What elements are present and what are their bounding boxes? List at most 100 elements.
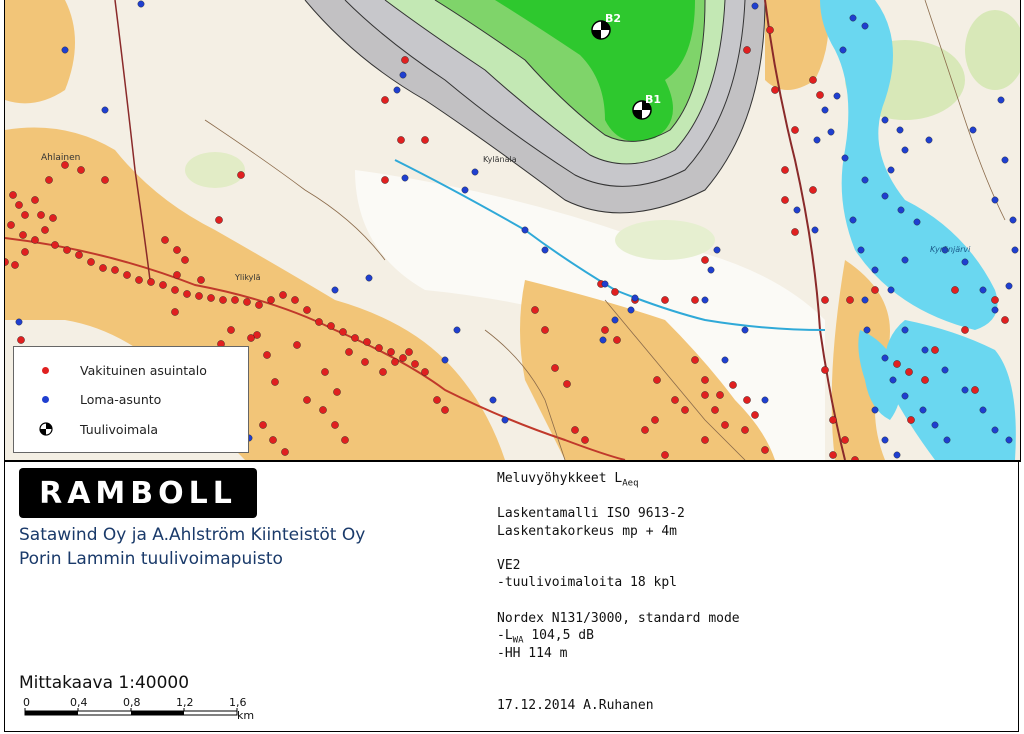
holiday-home-dot bbox=[501, 416, 509, 424]
residence-dot bbox=[37, 211, 45, 219]
residence-dot bbox=[381, 96, 389, 104]
lwa-sub: WA bbox=[512, 635, 524, 646]
residence-dot bbox=[721, 421, 729, 429]
holiday-home-dot bbox=[839, 46, 847, 54]
residence-dot bbox=[829, 451, 837, 459]
residence-dot bbox=[401, 56, 409, 64]
holiday-home-dot bbox=[901, 392, 909, 400]
residence-dot bbox=[21, 211, 29, 219]
map-legend: Vakituinen asuintalo Loma-asunto Tuulivo… bbox=[13, 346, 249, 453]
holiday-home-dot bbox=[399, 71, 407, 79]
residence-dot bbox=[381, 176, 389, 184]
residence-dot bbox=[951, 286, 959, 294]
holiday-home-dot bbox=[849, 14, 857, 22]
scale-tick-label: 1,6 bbox=[229, 696, 247, 709]
residence-dot bbox=[173, 246, 181, 254]
holiday-home-dot bbox=[471, 168, 479, 176]
holiday-home-dot bbox=[827, 128, 835, 136]
holiday-home-dot bbox=[919, 406, 927, 414]
residence-dot bbox=[281, 448, 289, 456]
residence-dot bbox=[31, 196, 39, 204]
place-label-kylanala: Kylänala bbox=[483, 155, 517, 164]
holiday-home-dot bbox=[1005, 282, 1013, 290]
holiday-home-dot bbox=[979, 286, 987, 294]
holiday-home-dot bbox=[631, 294, 639, 302]
residence-dot bbox=[341, 436, 349, 444]
residence-dot bbox=[563, 380, 571, 388]
residence-dot bbox=[641, 426, 649, 434]
residence-dot bbox=[829, 416, 837, 424]
client-name: Satawind Oy ja A.Ahlström Kiinteistöt Oy bbox=[19, 525, 366, 545]
noise-map[interactable]: B2 B1 Ahlainen Ylikylä Kylänala Kyrönjär… bbox=[4, 0, 1021, 462]
residence-dot bbox=[991, 296, 999, 304]
holiday-home-dot bbox=[931, 421, 939, 429]
residence-dot bbox=[743, 46, 751, 54]
residence-dot bbox=[255, 301, 263, 309]
holiday-home-dot bbox=[751, 2, 759, 10]
holiday-home-dot bbox=[889, 376, 897, 384]
residence-dot bbox=[661, 451, 669, 459]
residence-dot bbox=[345, 348, 353, 356]
holiday-home-dot bbox=[991, 306, 999, 314]
residence-dot bbox=[391, 358, 399, 366]
holiday-home-dot bbox=[811, 226, 819, 234]
holiday-home-dot bbox=[761, 396, 769, 404]
page: B2 B1 Ahlainen Ylikylä Kylänala Kyrönjär… bbox=[0, 0, 1024, 734]
holiday-home-dot bbox=[961, 258, 969, 266]
holiday-home-dot bbox=[611, 316, 619, 324]
holiday-home-dot bbox=[707, 266, 715, 274]
residence-dot bbox=[791, 228, 799, 236]
residence-dot bbox=[716, 391, 724, 399]
scale-unit: km bbox=[237, 709, 254, 722]
residence-dot bbox=[846, 296, 854, 304]
legend-item-permanent: Vakituinen asuintalo bbox=[30, 360, 207, 380]
project-name: Porin Lammin tuulivoimapuisto bbox=[19, 549, 283, 569]
residence-dot bbox=[363, 338, 371, 346]
holiday-home-dot bbox=[821, 106, 829, 114]
residence-dot bbox=[921, 376, 929, 384]
residence-dot bbox=[581, 436, 589, 444]
residence-dot bbox=[671, 396, 679, 404]
residence-dot bbox=[931, 346, 939, 354]
residence-dot bbox=[531, 306, 539, 314]
residence-dot bbox=[263, 351, 271, 359]
residence-dot bbox=[171, 286, 179, 294]
residence-dot bbox=[147, 278, 155, 286]
residence-dot bbox=[691, 356, 699, 364]
place-label-ahlainen: Ahlainen bbox=[41, 153, 80, 163]
residence-dot bbox=[387, 348, 395, 356]
residence-dot bbox=[397, 136, 405, 144]
residence-dot bbox=[215, 216, 223, 224]
residence-dot bbox=[17, 336, 25, 344]
holiday-home-dot bbox=[901, 326, 909, 334]
info-height: Laskentakorkeus mp + 4m bbox=[497, 524, 678, 539]
holiday-home-dot bbox=[1001, 156, 1009, 164]
ramboll-logo: RAMBOLL bbox=[19, 468, 257, 518]
residence-dot bbox=[809, 76, 817, 84]
residence-dot bbox=[743, 396, 751, 404]
residence-dot bbox=[87, 258, 95, 266]
residence-dot bbox=[611, 288, 619, 296]
holiday-home-dot bbox=[841, 154, 849, 162]
residence-dot bbox=[49, 214, 57, 222]
holiday-home-dot bbox=[365, 274, 373, 282]
residence-dot bbox=[181, 256, 189, 264]
residence-dot bbox=[651, 416, 659, 424]
holiday-home-dot bbox=[393, 86, 401, 94]
holiday-home-dot bbox=[861, 176, 869, 184]
holiday-home-dot bbox=[861, 296, 869, 304]
holiday-home-dot bbox=[925, 136, 933, 144]
residence-dot bbox=[821, 296, 829, 304]
residence-dot bbox=[303, 396, 311, 404]
scale-tick-label: 1,2 bbox=[176, 696, 194, 709]
residence-dot bbox=[247, 334, 255, 342]
residence-dot bbox=[243, 298, 251, 306]
residence-dot bbox=[291, 296, 299, 304]
holiday-home-dot bbox=[453, 326, 461, 334]
residence-dot bbox=[893, 360, 901, 368]
residence-dot bbox=[21, 248, 29, 256]
legend-label: Loma-asunto bbox=[80, 391, 162, 407]
residence-dot bbox=[1001, 316, 1009, 324]
residence-dot bbox=[77, 166, 85, 174]
residence-dot bbox=[661, 296, 669, 304]
